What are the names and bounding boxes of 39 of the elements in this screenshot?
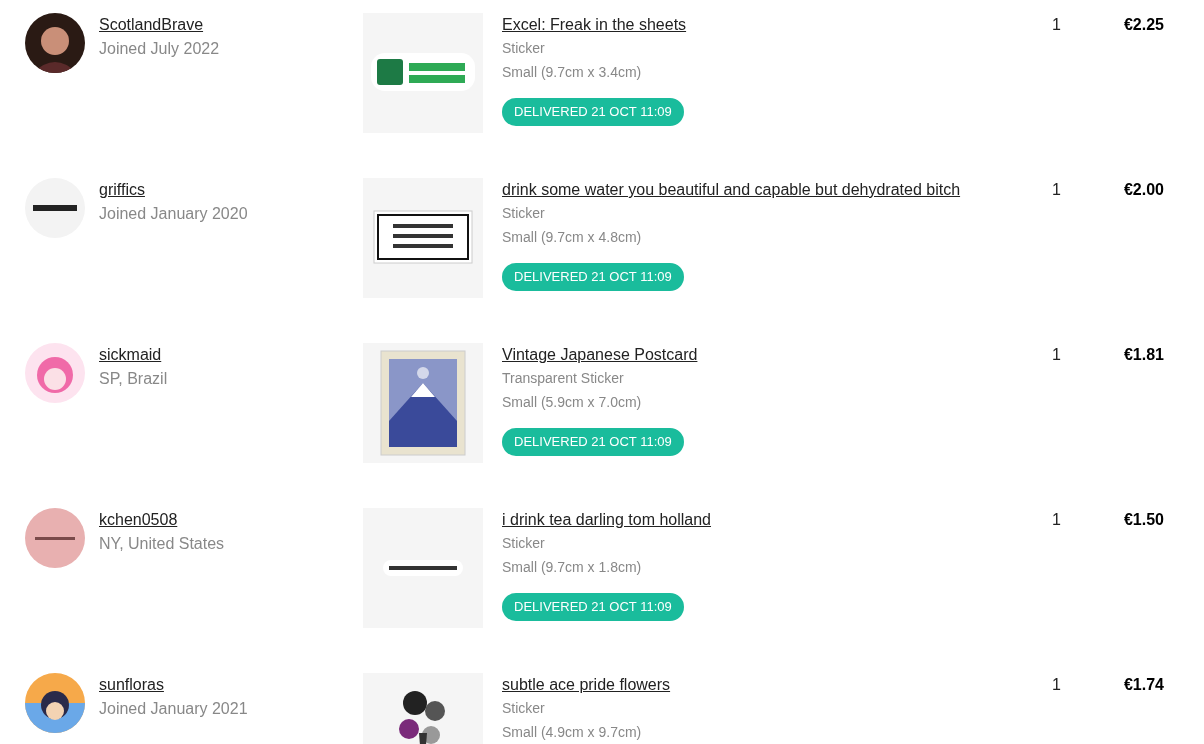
product-type: Sticker [502, 534, 545, 553]
product-size: Small (5.9cm x 7.0cm) [502, 393, 642, 412]
quantity: 1 [1052, 345, 1062, 365]
status-badge: DELIVERED 21 OCT 11:09 [502, 98, 684, 126]
buyer-link[interactable]: kchen0508 [99, 508, 178, 532]
product-link[interactable]: Vintage Japanese Postcard [502, 343, 698, 367]
product-size: Small (9.7cm x 4.8cm) [502, 228, 642, 247]
buyer-link[interactable]: griffics [99, 178, 145, 202]
quantity: 1 [1052, 675, 1062, 695]
buyer-info: SP, Brazil [99, 369, 169, 389]
buyer-link[interactable]: sickmaid [99, 343, 162, 367]
price: €1.50 [1122, 510, 1164, 530]
quantity: 1 [1052, 15, 1062, 35]
buyer-info: Joined January 2021 [99, 699, 249, 719]
price: €1.81 [1122, 345, 1164, 365]
price: €1.74 [1122, 675, 1164, 695]
product-type: Sticker [502, 204, 545, 223]
product-link[interactable]: Excel: Freak in the sheets [502, 13, 687, 37]
product-size: Small (9.7cm x 3.4cm) [502, 63, 642, 82]
quantity: 1 [1052, 180, 1062, 200]
buyer-link[interactable]: ScotlandBrave [99, 13, 204, 37]
product-link[interactable]: i drink tea darling tom holland [502, 508, 711, 532]
buyer-info: NY, United States [99, 534, 226, 554]
product-type: Sticker [502, 39, 545, 58]
buyer-info: Joined July 2022 [99, 39, 221, 59]
quantity: 1 [1052, 510, 1062, 530]
product-type: Sticker [502, 699, 545, 718]
product-link[interactable]: drink some water you beautiful and capable but dehydrated bitch [502, 178, 961, 202]
buyer-link[interactable]: sunfloras [99, 673, 164, 697]
product-link[interactable]: subtle ace pride flowers [502, 673, 671, 697]
buyer-info: Joined January 2020 [99, 204, 249, 224]
status-badge: DELIVERED 21 OCT 11:09 [502, 428, 684, 456]
product-type: Transparent Sticker [502, 369, 624, 388]
price: €2.25 [1122, 15, 1164, 35]
price: €2.00 [1122, 180, 1164, 200]
product-size: Small (4.9cm x 9.7cm) [502, 723, 642, 742]
product-size: Small (9.7cm x 1.8cm) [502, 558, 642, 577]
status-badge: DELIVERED 21 OCT 11:09 [502, 263, 684, 291]
status-badge: DELIVERED 21 OCT 11:09 [502, 593, 684, 621]
